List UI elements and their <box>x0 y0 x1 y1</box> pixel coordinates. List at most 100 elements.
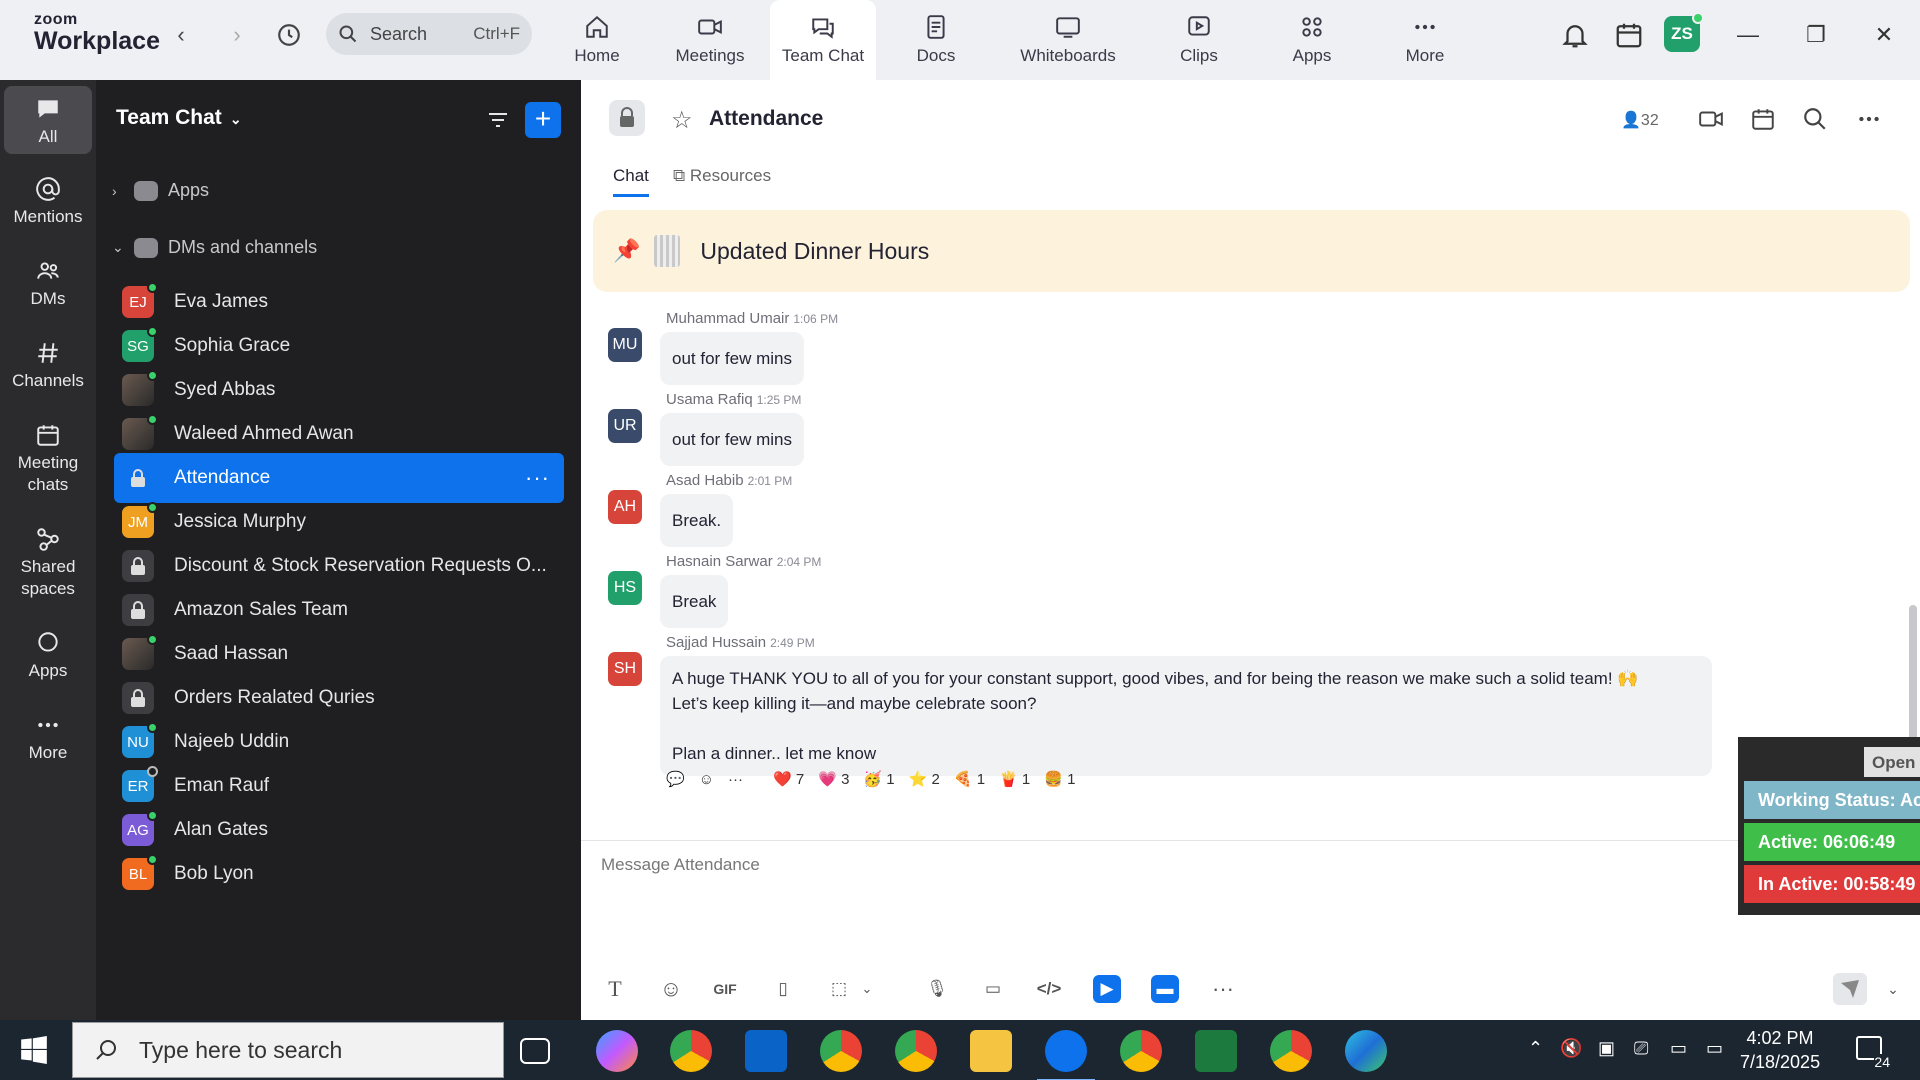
zoom-icon[interactable] <box>1037 1030 1095 1080</box>
reaction-chip[interactable]: ❤️ 7 <box>773 770 804 788</box>
tab-meetings[interactable]: Meetings <box>657 0 763 80</box>
reply-icon[interactable]: 💬 <box>666 770 685 788</box>
sidebar-item[interactable]: Discount & Stock Reservation Requests O.… <box>114 541 564 591</box>
reaction-chip[interactable]: 🍔 1 <box>1044 770 1075 788</box>
more-icon[interactable]: ··· <box>1209 975 1237 1003</box>
outlook-icon[interactable] <box>745 1030 787 1072</box>
sidebar-item[interactable]: Saad Hassan <box>114 629 564 679</box>
screenshot-icon[interactable]: ⬚ <box>825 975 853 1003</box>
excel-icon[interactable] <box>1195 1030 1237 1072</box>
battery-icon[interactable]: ▭ <box>1670 1038 1687 1059</box>
member-count[interactable]: 👤32 <box>1621 110 1659 130</box>
sidebar-item[interactable]: JM Jessica Murphy <box>114 497 564 547</box>
sidebar-item[interactable]: AG Alan Gates <box>114 805 564 855</box>
file-icon[interactable]: ▯ <box>769 975 797 1003</box>
sidebar-item[interactable]: BL Bob Lyon <box>114 849 564 899</box>
tab-chat[interactable]: Chat <box>613 166 649 197</box>
more-icon[interactable]: ··· <box>728 771 743 788</box>
rail-apps[interactable]: Apps <box>4 630 92 682</box>
taskbar-search-input[interactable]: Type here to search <box>72 1022 504 1078</box>
video-message-icon[interactable]: ▭ <box>979 975 1007 1003</box>
speaker-muted-icon[interactable]: 🔇 <box>1560 1038 1582 1059</box>
clips-icon[interactable]: ▶ <box>1093 975 1121 1003</box>
bell-icon[interactable] <box>1560 20 1590 50</box>
sidebar-item[interactable]: EJ Eva James <box>114 277 564 327</box>
message-input[interactable]: Message Attendance <box>601 855 760 875</box>
channel-title[interactable]: Attendance <box>709 107 823 131</box>
pinned-message[interactable]: 📌 Updated Dinner Hours <box>593 210 1910 292</box>
history-icon[interactable] <box>276 22 302 48</box>
tab-whiteboards[interactable]: Whiteboards <box>1016 0 1120 80</box>
rail-all[interactable]: All <box>4 86 92 154</box>
edge-icon[interactable] <box>1345 1030 1387 1072</box>
system-clock[interactable]: 4:02 PM 7/18/2025 <box>1740 1026 1820 1074</box>
sidebar-item[interactable]: Syed Abbas <box>114 365 564 415</box>
emoji-icon[interactable]: ☺ <box>657 975 685 1003</box>
video-call-icon[interactable] <box>1697 106 1725 132</box>
reaction-chip[interactable]: 🥳 1 <box>863 770 894 788</box>
tab-more[interactable]: More <box>1372 0 1478 80</box>
minimize-button[interactable]: — <box>1728 18 1768 52</box>
more-icon[interactable] <box>1855 106 1883 132</box>
rail-meeting-chats[interactable]: Meeting chats <box>4 422 92 496</box>
task-view-icon[interactable] <box>520 1038 550 1064</box>
sidebar-item[interactable]: ER Eman Rauf <box>114 761 564 811</box>
file-explorer-icon[interactable] <box>970 1030 1012 1072</box>
windows-start-icon[interactable] <box>20 1036 48 1064</box>
sidebar-item[interactable]: Attendance ··· <box>114 453 564 503</box>
section-apps[interactable]: › Apps <box>112 180 209 201</box>
code-icon[interactable]: </> <box>1035 975 1063 1003</box>
widget-open-button[interactable]: Open <box>1864 747 1920 777</box>
chevron-down-icon[interactable]: ⌄ <box>1879 975 1907 1003</box>
text-format-icon[interactable]: T <box>601 975 629 1003</box>
rail-dms[interactable]: DMs <box>4 258 92 310</box>
more-options-icon[interactable]: ··· <box>525 465 550 491</box>
copilot-icon[interactable] <box>596 1030 638 1072</box>
tab-docs[interactable]: Docs <box>883 0 989 80</box>
tab-apps[interactable]: Apps <box>1259 0 1365 80</box>
network-icon[interactable]: ▭ <box>1706 1038 1723 1059</box>
rail-shared-spaces[interactable]: Shared spaces <box>4 526 92 600</box>
sidebar-item[interactable]: NU Najeeb Uddin <box>114 717 564 767</box>
rail-channels[interactable]: Channels <box>4 340 92 392</box>
calendar-icon[interactable] <box>1749 106 1777 132</box>
whiteboard-icon[interactable]: ▬ <box>1151 975 1179 1003</box>
reaction-chip[interactable]: ⭐ 2 <box>909 770 940 788</box>
sidebar-item[interactable]: SG Sophia Grace <box>114 321 564 371</box>
sidebar-item[interactable]: Orders Realated Quries <box>114 673 564 723</box>
close-button[interactable]: ✕ <box>1864 18 1904 52</box>
search-icon[interactable] <box>1801 106 1829 132</box>
search-input[interactable]: Search Ctrl+F <box>326 13 532 55</box>
tab-team-chat[interactable]: Team Chat <box>770 0 876 80</box>
reaction-chip[interactable]: 🍕 1 <box>954 770 985 788</box>
calendar-icon[interactable] <box>1614 20 1644 50</box>
user-avatar[interactable]: ZS <box>1664 12 1704 52</box>
star-icon[interactable]: ☆ <box>671 106 693 135</box>
chrome-profile-icon[interactable] <box>895 1030 937 1072</box>
filter-icon[interactable] <box>484 108 512 132</box>
back-arrow-icon[interactable]: ‹ <box>168 22 194 48</box>
sidebar-item[interactable]: Waleed Ahmed Awan <box>114 409 564 459</box>
team-chat-header[interactable]: Team Chat ⌄ <box>116 106 242 130</box>
chrome-profile-icon[interactable] <box>820 1030 862 1072</box>
sidebar-item[interactable]: Amazon Sales Team <box>114 585 564 635</box>
chevron-down-icon[interactable]: ⌄ <box>853 975 881 1003</box>
reaction-chip[interactable]: 💗 3 <box>818 770 849 788</box>
chevron-up-icon[interactable]: ⌃ <box>1528 1038 1543 1059</box>
chrome-icon[interactable] <box>670 1030 712 1072</box>
remote-desktop-icon[interactable]: ⎚ <box>1634 1038 1648 1059</box>
reaction-chip[interactable]: 🍟 1 <box>999 770 1030 788</box>
new-chat-button[interactable]: + <box>525 102 561 138</box>
notification-icon[interactable]: 24 <box>1856 1036 1890 1070</box>
gif-icon[interactable]: GIF <box>711 975 739 1003</box>
microphone-icon[interactable]: 🎙 <box>923 975 951 1003</box>
restore-button[interactable]: ❐ <box>1796 18 1836 52</box>
add-reaction-icon[interactable]: ☺ <box>699 771 714 788</box>
meet-now-icon[interactable]: ▣ <box>1598 1038 1615 1059</box>
chrome-profile-icon[interactable] <box>1270 1030 1312 1072</box>
rail-more[interactable]: More <box>4 712 92 764</box>
tab-home[interactable]: Home <box>544 0 650 80</box>
forward-arrow-icon[interactable]: › <box>224 22 250 48</box>
section-dms-channels[interactable]: ⌄ DMs and channels <box>112 237 317 258</box>
send-button[interactable] <box>1833 973 1867 1005</box>
